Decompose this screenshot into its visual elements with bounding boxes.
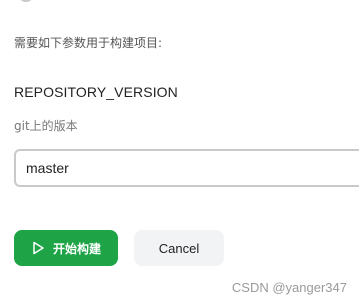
- watermark: CSDN @yanger347: [231, 280, 347, 295]
- intro-text: 需要如下参数用于构建项目:: [14, 36, 163, 50]
- parameter-description: git上的版本: [14, 119, 78, 133]
- build-parameters-dialog: 需要如下参数用于构建项目: REPOSITORY_VERSION git上的版本…: [0, 0, 359, 306]
- play-icon: [31, 241, 45, 255]
- cancel-button[interactable]: Cancel: [134, 230, 224, 266]
- repository-version-input[interactable]: [14, 149, 359, 187]
- partial-icon: [18, 0, 34, 2]
- parameter-name: REPOSITORY_VERSION: [14, 84, 178, 100]
- start-build-button[interactable]: 开始构建: [14, 230, 118, 266]
- start-build-label: 开始构建: [52, 241, 101, 256]
